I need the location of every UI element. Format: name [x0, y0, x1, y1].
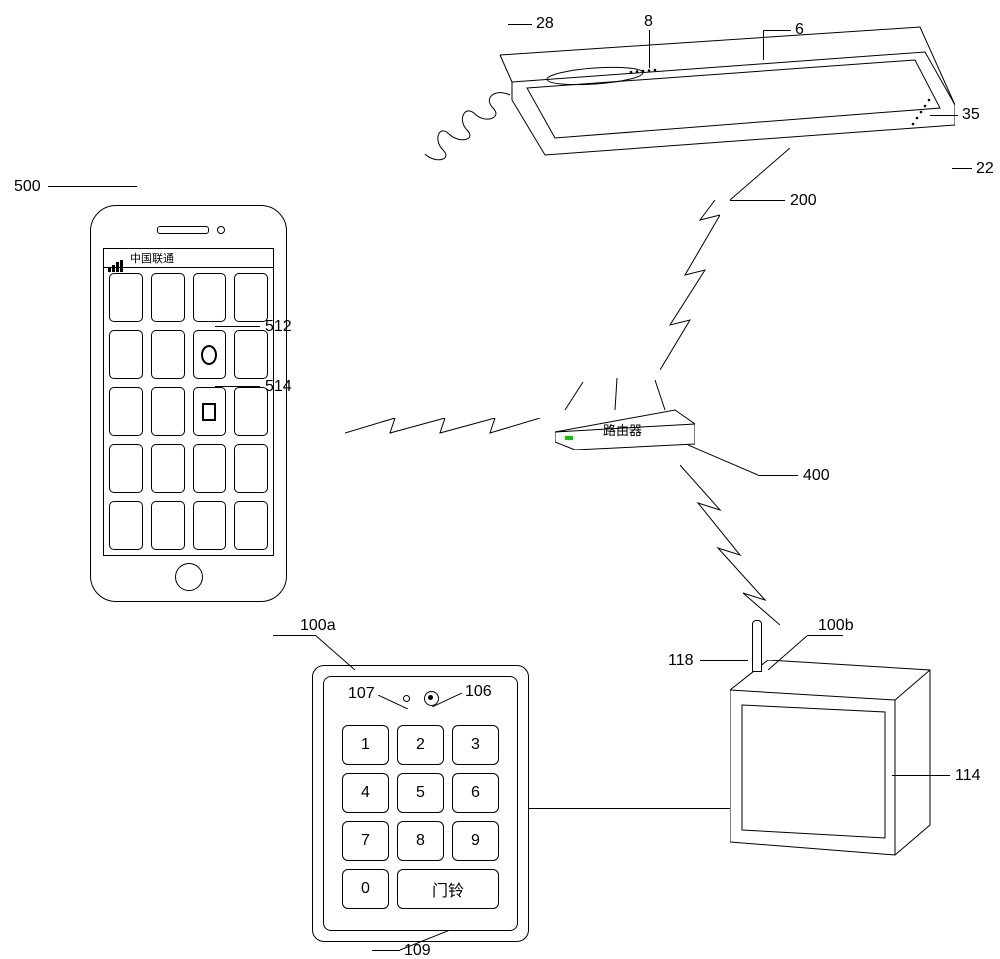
- ref-label-114: 114: [955, 767, 981, 785]
- ref-label-400: 400: [803, 467, 830, 485]
- wire-line: [528, 808, 730, 809]
- leader-line: [372, 950, 400, 951]
- leader-line: [730, 200, 785, 201]
- ref-label-28: 28: [536, 15, 554, 33]
- key-7[interactable]: 7: [342, 821, 389, 861]
- ref-label-109: 109: [404, 942, 431, 959]
- app-icon-514[interactable]: [193, 387, 227, 436]
- leader-line: [273, 635, 315, 636]
- app-icon[interactable]: [151, 501, 185, 550]
- leader-line: [768, 635, 808, 670]
- app-icon[interactable]: [151, 273, 185, 322]
- key-3[interactable]: 3: [452, 725, 499, 765]
- leader-line: [892, 775, 950, 776]
- key-9[interactable]: 9: [452, 821, 499, 861]
- app-icon[interactable]: [234, 273, 268, 322]
- app-icon[interactable]: [234, 444, 268, 493]
- key-0[interactable]: 0: [342, 869, 389, 909]
- ref-label-500: 500: [14, 178, 41, 196]
- circle-glyph-icon: [201, 345, 217, 365]
- antenna-icon: [752, 620, 762, 672]
- app-icon[interactable]: [151, 444, 185, 493]
- key-5[interactable]: 5: [397, 773, 444, 813]
- router-label: 路由器: [603, 420, 642, 439]
- home-button[interactable]: [175, 563, 203, 591]
- leader-line: [432, 693, 462, 707]
- phone-speaker: [157, 226, 209, 234]
- signal-bars-icon: [108, 254, 128, 266]
- leader-line: [763, 30, 791, 31]
- patent-figure: 中国联通: [0, 0, 1000, 959]
- ref-label-22: 22: [976, 160, 994, 178]
- ref-label-35: 35: [962, 106, 980, 124]
- key-4[interactable]: 4: [342, 773, 389, 813]
- app-icon[interactable]: [234, 330, 268, 379]
- ref-label-200: 200: [790, 192, 817, 210]
- leader-line: [649, 30, 650, 68]
- app-grid: [109, 273, 268, 550]
- leader-line: [378, 695, 408, 709]
- phone-screen: 中国联通: [103, 248, 274, 556]
- app-icon[interactable]: [193, 501, 227, 550]
- smartphone: 中国联通: [90, 205, 287, 602]
- ref-label-514: 514: [265, 378, 292, 396]
- keypad-panel: 1 2 3 4 5 6 7 8 9 0 门铃: [323, 676, 518, 931]
- app-icon[interactable]: [109, 273, 143, 322]
- app-icon[interactable]: [109, 330, 143, 379]
- square-glyph-icon: [202, 403, 216, 421]
- key-2[interactable]: 2: [397, 725, 444, 765]
- leader-line: [215, 326, 260, 327]
- ref-label-118: 118: [668, 652, 694, 670]
- wireless-signal-icon: [680, 465, 780, 625]
- leader-line: [808, 635, 843, 636]
- leader-line: [48, 186, 137, 187]
- router-led-icon: [565, 436, 573, 440]
- app-icon[interactable]: [151, 387, 185, 436]
- ref-label-100b: 100b: [818, 617, 854, 635]
- leader-line: [730, 148, 790, 200]
- leader-line: [952, 168, 972, 169]
- app-icon[interactable]: [234, 387, 268, 436]
- app-icon[interactable]: [193, 444, 227, 493]
- ref-label-107: 107: [348, 685, 375, 703]
- leader-line: [315, 635, 355, 670]
- keypad-grid: 1 2 3 4 5 6 7 8 9 0 门铃: [342, 725, 499, 914]
- doorbell-button[interactable]: 门铃: [397, 869, 499, 909]
- ref-label-100a: 100a: [300, 617, 336, 635]
- wireless-signal-icon: [345, 418, 540, 448]
- app-icon[interactable]: [109, 387, 143, 436]
- key-1[interactable]: 1: [342, 725, 389, 765]
- ref-label-106: 106: [465, 683, 492, 701]
- leader-line: [700, 660, 748, 661]
- status-bar: 中国联通: [104, 249, 273, 268]
- router: 路由器: [555, 370, 695, 450]
- app-icon[interactable]: [109, 444, 143, 493]
- key-6[interactable]: 6: [452, 773, 499, 813]
- leader-line: [508, 24, 532, 25]
- monitor-device: [730, 660, 940, 860]
- app-icon[interactable]: [151, 330, 185, 379]
- ref-label-8: 8: [644, 13, 653, 31]
- keypad-device: 1 2 3 4 5 6 7 8 9 0 门铃: [312, 665, 529, 942]
- wireless-signal-icon: [660, 200, 720, 370]
- leader-line: [763, 30, 764, 60]
- leader-line: [930, 115, 958, 116]
- app-icon[interactable]: [109, 501, 143, 550]
- leader-line: [215, 386, 260, 387]
- app-icon[interactable]: [234, 501, 268, 550]
- app-icon-512[interactable]: [193, 330, 227, 379]
- phone-front-camera: [217, 226, 225, 234]
- ref-label-6: 6: [795, 21, 804, 39]
- key-8[interactable]: 8: [397, 821, 444, 861]
- ref-label-512: 512: [265, 318, 292, 336]
- carrier-label: 中国联通: [130, 250, 174, 266]
- app-icon[interactable]: [193, 273, 227, 322]
